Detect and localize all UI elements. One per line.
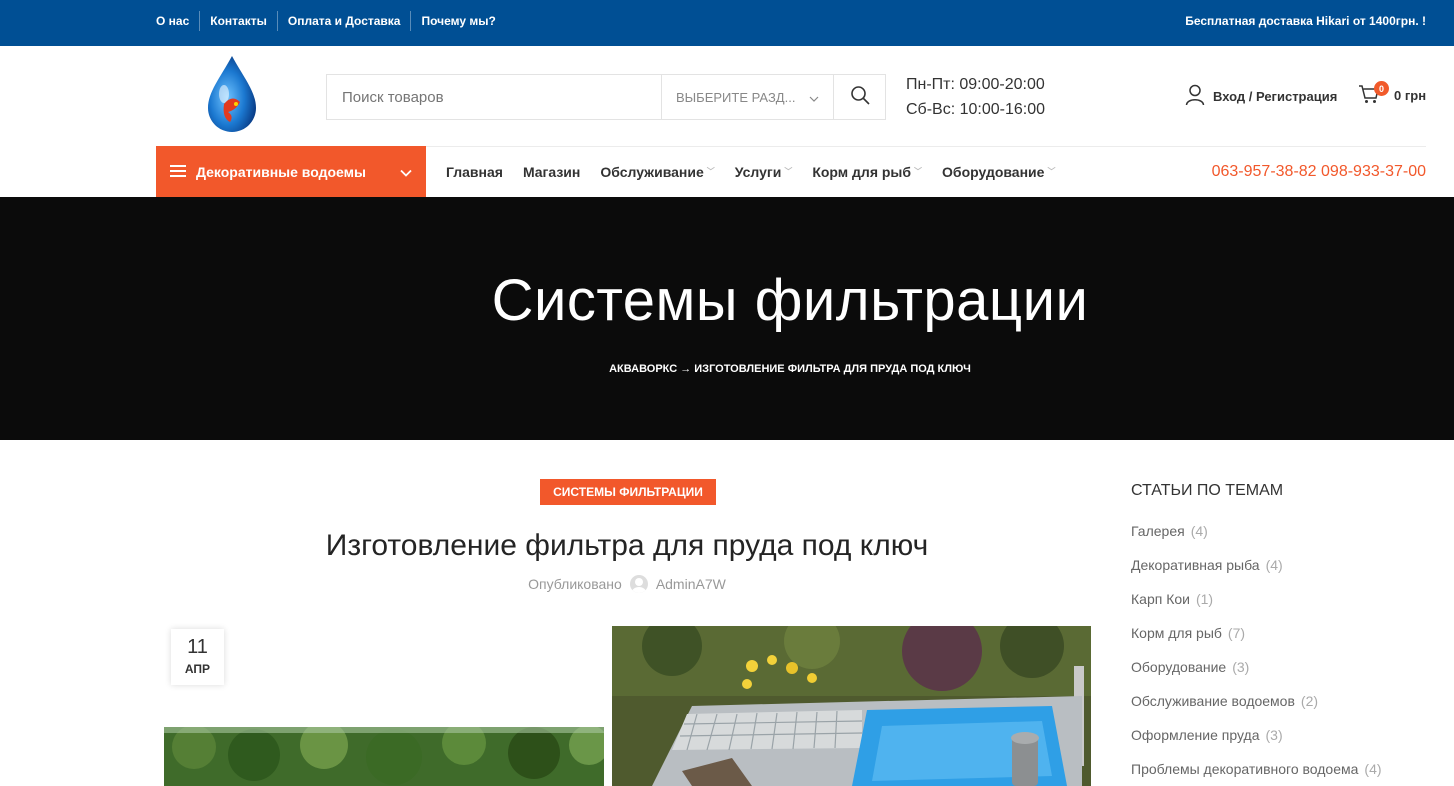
sidebar-item-label: Корм для рыб xyxy=(1131,625,1222,641)
main-nav: Главная Магазин Обслуживание ﹀ Услуги ﹀ Ко… xyxy=(446,146,1075,197)
sidebar-item-count: (4) xyxy=(1364,761,1382,777)
sidebar-item-count: (2) xyxy=(1300,693,1319,709)
chevron-down-icon xyxy=(400,164,412,180)
phone-numbers[interactable]: 063-957-38-82 098-933-37-00 xyxy=(1212,146,1426,197)
site-logo[interactable] xyxy=(190,52,274,142)
sidebar-item-pond-maintenance[interactable]: Обслуживание водоемов (2) xyxy=(1131,684,1382,718)
login-register-link[interactable]: Вход / Регистрация xyxy=(1185,84,1337,109)
categories-menu-button[interactable]: Декоративные водоемы xyxy=(156,146,426,197)
sidebar-item-fish-food[interactable]: Корм для рыб (7) xyxy=(1131,616,1382,650)
top-link-why-us[interactable]: Почему мы? xyxy=(410,11,505,31)
search-input[interactable] xyxy=(327,75,661,119)
nav-item-fish-food[interactable]: Корм для рыб ﹀ xyxy=(812,164,922,180)
sidebar-item-koi[interactable]: Карп Кои (1) xyxy=(1131,582,1382,616)
author-avatar xyxy=(629,575,648,593)
categories-menu-label: Декоративные водоемы xyxy=(196,163,366,180)
login-register-label: Вход / Регистрация xyxy=(1213,89,1338,104)
sidebar-item-equipment[interactable]: Оборудование (3) xyxy=(1131,650,1382,684)
post-author[interactable]: AdminA7W xyxy=(656,576,726,592)
post-date-badge: 11 АПР xyxy=(171,629,224,685)
chevron-down-icon xyxy=(809,90,819,105)
sidebar-item-label: Галерея xyxy=(1131,523,1185,539)
user-icon xyxy=(1185,84,1213,109)
nav-item-services[interactable]: Услуги ﹀ xyxy=(735,164,793,180)
nav-item-home[interactable]: Главная xyxy=(446,164,503,180)
sidebar-item-pond-design[interactable]: Оформление пруда (3) xyxy=(1131,718,1382,752)
sidebar-item-label: Оформление пруда xyxy=(1131,727,1260,743)
nav-item-maintenance[interactable]: Обслуживание ﹀ xyxy=(600,164,714,180)
post-date-month: АПР xyxy=(184,662,211,676)
sidebar-item-count: (1) xyxy=(1195,591,1214,607)
hours-weekdays: Пн-Пт: 09:00-20:00 xyxy=(906,76,1045,93)
sidebar-item-decorative-fish[interactable]: Декоративная рыба (4) xyxy=(1131,548,1382,582)
cart-button[interactable]: 0 0 грн xyxy=(1358,81,1427,107)
sidebar-item-count: (4) xyxy=(1190,523,1208,539)
sidebar-item-pond-problems[interactable]: Проблемы декоративного водоема (4) xyxy=(1131,752,1382,786)
nav-item-label: Магазин xyxy=(522,163,581,180)
nav-item-label: Обслуживание xyxy=(600,163,704,180)
working-hours: Пн-Пт: 09:00-20:00 Сб-Вс: 10:00-16:00 xyxy=(906,72,1045,122)
top-link-payment-delivery[interactable]: Оплата и Доставка xyxy=(276,11,411,31)
post-date-day: 11 xyxy=(187,636,208,658)
nav-item-label: Услуги xyxy=(734,163,782,180)
hours-weekend: Сб-Вс: 10:00-16:00 xyxy=(906,101,1046,118)
post-image-filter xyxy=(612,626,1091,786)
search-icon xyxy=(850,85,870,110)
post-image-garden xyxy=(164,727,604,786)
nav-item-shop[interactable]: Магазин xyxy=(523,164,580,180)
chevron-down-icon: ﹀ xyxy=(784,167,793,176)
top-bar: О нас Контакты Оплата и Доставка Почему … xyxy=(0,0,1454,46)
sidebar-item-label: Обслуживание водоемов xyxy=(1131,693,1295,709)
hamburger-icon xyxy=(170,164,186,180)
sidebar-title: СТАТЬИ ПО ТЕМАМ xyxy=(1131,482,1284,499)
sidebar-item-count: (7) xyxy=(1227,625,1246,641)
promo-text: Бесплатная доставка Hikari от 1400грн. ! xyxy=(1185,14,1426,28)
sidebar-item-count: (4) xyxy=(1265,557,1283,573)
breadcrumb[interactable]: АКВАВОРКС → ИЗГОТОВЛЕНИЕ ФИЛЬТРА ДЛЯ ПРУ… xyxy=(0,363,1454,375)
sidebar-category-list: Галерея (4) Декоративная рыба (4) Карп Кои… xyxy=(1131,514,1382,786)
chevron-down-icon: ﹀ xyxy=(914,167,923,176)
top-link-contacts[interactable]: Контакты xyxy=(199,11,277,31)
chevron-down-icon: ﹀ xyxy=(706,167,715,176)
sidebar-item-label: Декоративная рыба xyxy=(1131,557,1260,573)
cart-total: 0 грн xyxy=(1394,88,1427,103)
top-links: О нас Контакты Оплата и Доставка Почему … xyxy=(156,0,506,42)
sidebar-item-label: Карп Кои xyxy=(1131,591,1190,607)
page-hero: Системы фильтрации АКВАВОРКС → ИЗГОТОВЛЕ… xyxy=(0,197,1454,440)
sidebar-item-gallery[interactable]: Галерея (4) xyxy=(1131,514,1382,548)
top-link-about[interactable]: О нас xyxy=(156,11,199,31)
post-title: Изготовление фильтра для пруда под ключ xyxy=(325,529,929,562)
sidebar-item-count: (3) xyxy=(1232,659,1250,675)
post-meta: Опубликовано AdminA7W xyxy=(164,575,1090,593)
page-title: Системы фильтрации xyxy=(491,268,1089,333)
category-select-label: ВЫБЕРИТЕ РАЗД... xyxy=(676,89,796,105)
sidebar-item-label: Оборудование xyxy=(1131,659,1227,675)
nav-item-equipment[interactable]: Оборудование ﹀ xyxy=(942,164,1055,180)
search-bar: ВЫБЕРИТЕ РАЗД... xyxy=(326,74,886,120)
nav-item-label: Главная xyxy=(446,163,503,180)
sidebar-item-count: (3) xyxy=(1265,727,1283,743)
cart-count-badge: 0 xyxy=(1374,81,1389,96)
published-label: Опубликовано xyxy=(528,576,622,592)
chevron-down-icon: ﹀ xyxy=(1047,167,1056,176)
category-select[interactable]: ВЫБЕРИТЕ РАЗД... xyxy=(661,75,833,119)
nav-item-label: Корм для рыб xyxy=(812,163,912,180)
post-category-tag[interactable]: СИСТЕМЫ ФИЛЬТРАЦИИ xyxy=(540,479,716,505)
sidebar-item-label: Проблемы декоративного водоема xyxy=(1131,761,1359,777)
nav-item-label: Оборудование xyxy=(942,163,1045,180)
search-button[interactable] xyxy=(833,75,885,119)
